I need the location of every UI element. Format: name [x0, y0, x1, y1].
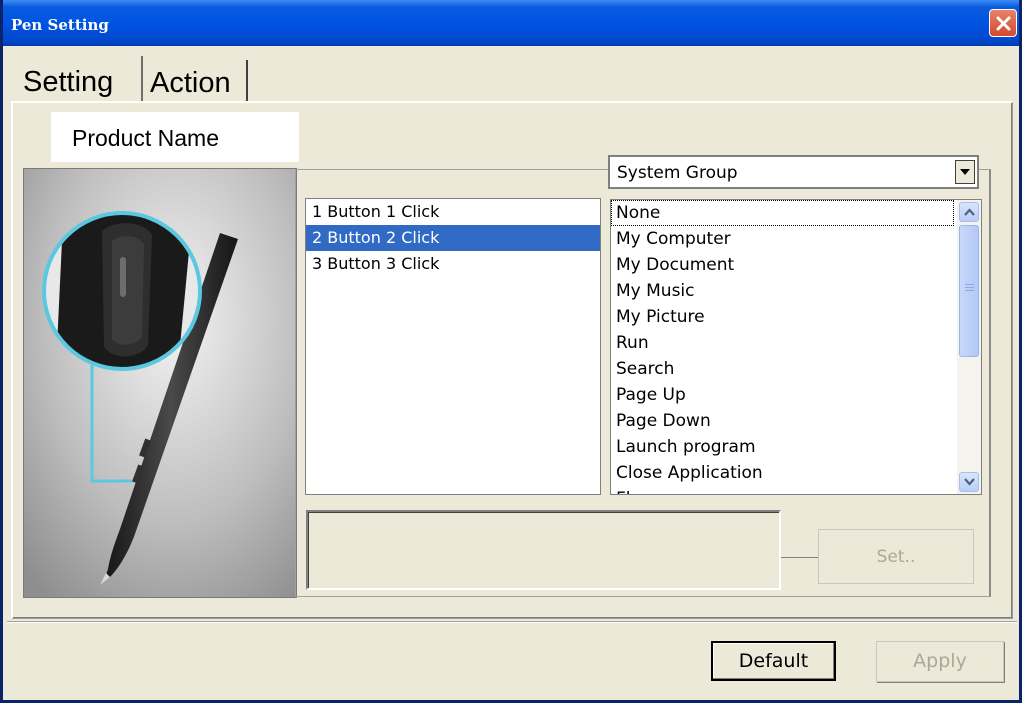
- chevron-down-icon: [960, 169, 970, 175]
- list-item[interactable]: Search: [611, 356, 954, 382]
- scroll-up-button[interactable]: [959, 202, 979, 222]
- list-item[interactable]: None: [611, 200, 954, 226]
- close-button[interactable]: [989, 9, 1017, 37]
- separator: [7, 621, 1017, 623]
- close-icon: [996, 16, 1011, 31]
- action-list-scrollbar[interactable]: [957, 200, 981, 494]
- apply-button[interactable]: Apply: [876, 641, 1004, 682]
- window-title: Pen Setting: [11, 16, 109, 34]
- grip-icon: [965, 284, 974, 292]
- set-button[interactable]: Set..: [818, 529, 974, 584]
- list-item[interactable]: 1 Button 1 Click: [306, 199, 600, 225]
- product-name-label: Product Name: [51, 112, 299, 162]
- chevron-up-icon: [964, 208, 975, 216]
- action-list[interactable]: None My Computer My Document My Music My…: [610, 199, 982, 495]
- list-item[interactable]: Close Application: [611, 460, 954, 486]
- list-item[interactable]: My Music: [611, 278, 954, 304]
- pen-button-list[interactable]: 1 Button 1 Click 2 Button 2 Click 3 Butt…: [305, 198, 601, 495]
- scroll-thumb[interactable]: [959, 225, 979, 357]
- action-description-box: [306, 510, 781, 590]
- list-item[interactable]: My Document: [611, 252, 954, 278]
- list-item[interactable]: Page Up: [611, 382, 954, 408]
- pen-setting-window: Pen Setting Setting Action Product Name: [0, 0, 1022, 703]
- list-item[interactable]: My Computer: [611, 226, 954, 252]
- group-select-value: System Group: [617, 163, 738, 183]
- pen-image: [23, 168, 297, 598]
- title-bar[interactable]: Pen Setting: [3, 0, 1019, 46]
- chevron-down-icon: [964, 478, 975, 486]
- scroll-down-button[interactable]: [959, 472, 979, 492]
- list-item[interactable]: 2 Button 2 Click: [306, 225, 600, 251]
- connector-line: [781, 557, 818, 558]
- tab-action[interactable]: Action: [144, 60, 248, 102]
- list-item[interactable]: My Picture: [611, 304, 954, 330]
- list-item[interactable]: 3 Button 3 Click: [306, 251, 600, 277]
- list-item[interactable]: Launch program: [611, 434, 954, 460]
- list-item[interactable]: Run: [611, 330, 954, 356]
- tab-setting[interactable]: Setting: [17, 56, 143, 102]
- dropdown-button[interactable]: [955, 160, 975, 184]
- function-group-select[interactable]: System Group: [608, 155, 979, 189]
- list-item[interactable]: Page Down: [611, 408, 954, 434]
- default-button[interactable]: Default: [711, 641, 836, 681]
- list-item[interactable]: Fl...: [611, 486, 954, 494]
